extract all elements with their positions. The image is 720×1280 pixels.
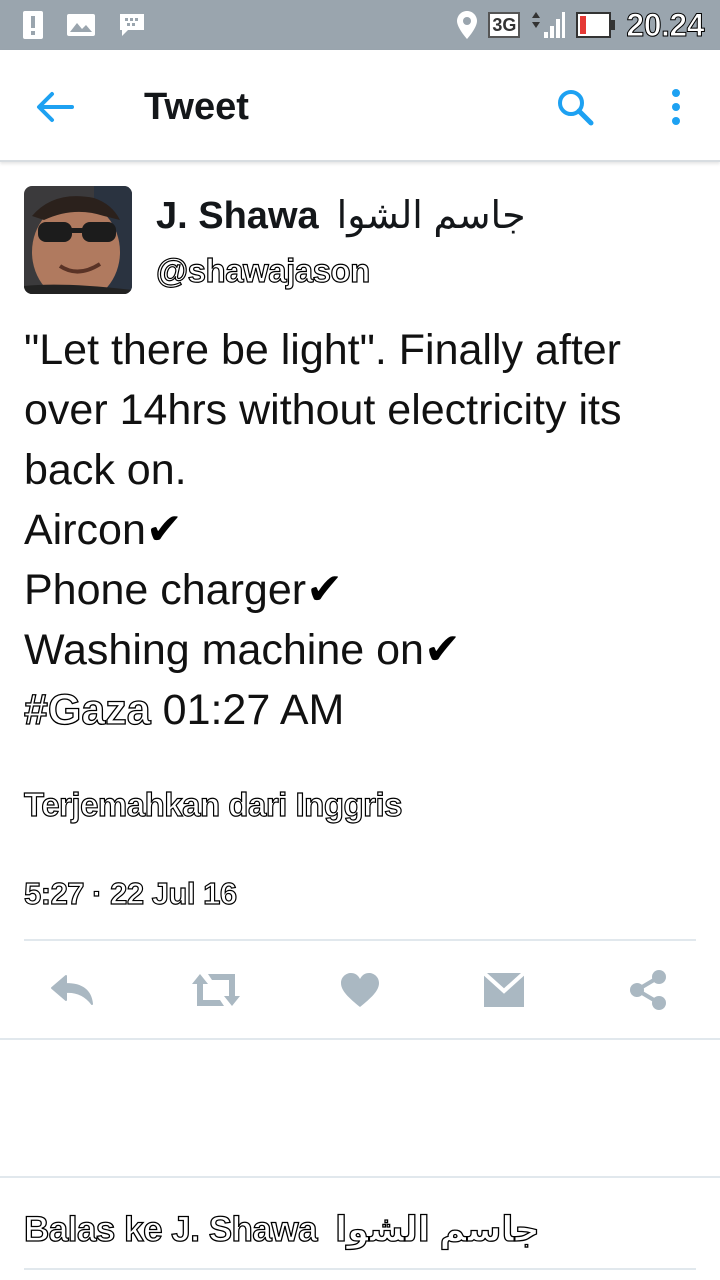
hashtag-link[interactable]: #Gaza xyxy=(23,685,151,734)
tweet-hashtag-line: #Gaza 01:27 AM xyxy=(23,680,704,740)
reply-input[interactable]: Balas ke J. Shawa جاسم الشوا xyxy=(23,1206,541,1254)
reply-icon xyxy=(51,975,93,1005)
avatar-photo xyxy=(24,186,132,294)
tweet-line: back on. xyxy=(24,446,187,494)
tweet-time-text: 01:27 AM xyxy=(162,686,345,734)
check-mark-icon: ✔ xyxy=(306,565,343,614)
check-mark-icon: ✔ xyxy=(145,505,183,554)
share-icon xyxy=(630,970,666,1010)
translate-link[interactable]: Terjemahkan dari Inggris xyxy=(23,783,403,827)
network-type: 3G xyxy=(488,12,521,38)
bbm-icon xyxy=(120,14,144,36)
divider xyxy=(0,1038,720,1040)
tweet-line: "Let there be light". Finally after xyxy=(24,326,622,374)
signal-icon xyxy=(532,12,566,38)
retweet-button[interactable] xyxy=(186,964,246,1016)
tweet-line: over 14hrs without electricity its xyxy=(24,386,622,434)
tweet-timestamp: 5:27 · 22 Jul 16 xyxy=(23,875,237,911)
divider xyxy=(0,1176,720,1178)
tweet-item-text: Washing machine on xyxy=(24,626,424,674)
reply-label-arabic: جاسم الشوا xyxy=(334,1209,540,1249)
back-button[interactable] xyxy=(30,84,80,130)
back-arrow-icon xyxy=(37,92,74,122)
share-button[interactable] xyxy=(618,964,678,1016)
author-name-arabic: جاسم الشوا xyxy=(336,195,526,237)
divider xyxy=(24,939,696,941)
app-bar: Tweet xyxy=(0,50,720,162)
author-name[interactable]: J. Shawa جاسم الشوا xyxy=(156,192,526,240)
battery-icon xyxy=(576,12,616,38)
status-bar: 3G 20.24 xyxy=(0,0,720,50)
like-button[interactable] xyxy=(330,964,390,1016)
avatar[interactable] xyxy=(24,186,132,294)
reply-button[interactable] xyxy=(42,964,102,1016)
direct-message-button[interactable] xyxy=(474,964,534,1016)
reply-label: Balas ke J. Shawa xyxy=(23,1209,318,1249)
alert-icon xyxy=(23,11,43,39)
search-button[interactable] xyxy=(548,80,602,134)
tweet-item: Aircon✔ xyxy=(24,500,704,560)
search-icon xyxy=(558,90,594,126)
tweet-item: Washing machine on✔ xyxy=(24,620,704,680)
author-handle[interactable]: @shawajason xyxy=(155,250,370,292)
direct-message-icon xyxy=(482,971,526,1007)
more-options-button[interactable] xyxy=(654,80,698,134)
location-icon xyxy=(457,11,478,39)
tweet-text: "Let there be light". Finally after over… xyxy=(23,320,704,740)
author-name-latin: J. Shawa xyxy=(156,195,319,237)
tweet-item-text: Aircon xyxy=(24,506,146,554)
page-title: Tweet xyxy=(144,86,249,128)
tweet-item: Phone charger✔ xyxy=(24,560,704,620)
divider xyxy=(24,1268,696,1270)
status-time: 20.24 xyxy=(626,6,705,43)
more-vertical-icon xyxy=(672,89,680,125)
retweet-icon xyxy=(192,974,240,1006)
like-icon xyxy=(341,973,379,1007)
check-mark-icon: ✔ xyxy=(423,625,461,674)
tweet-actions xyxy=(0,944,720,1038)
gallery-icon xyxy=(67,14,95,36)
tweet-item-text: Phone charger xyxy=(24,566,307,614)
